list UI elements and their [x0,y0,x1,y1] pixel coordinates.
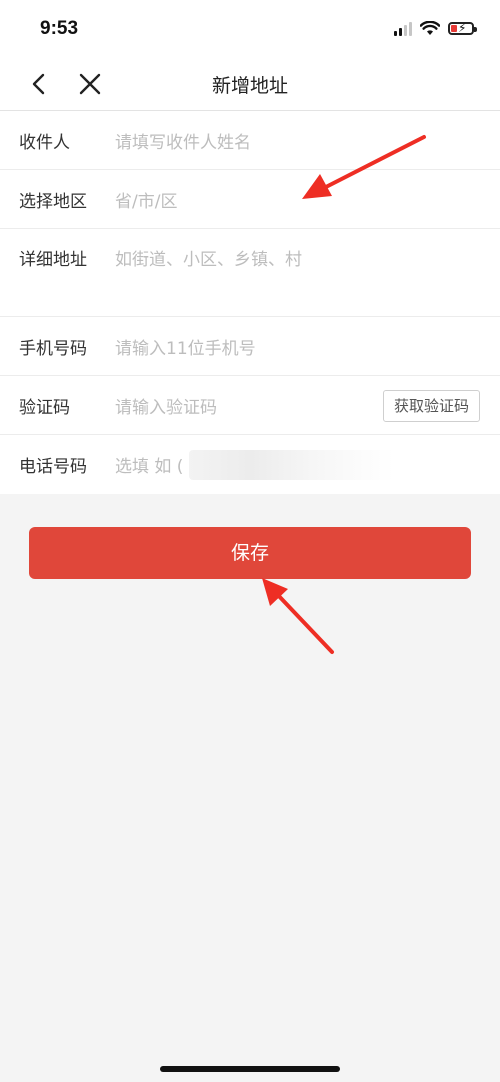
arrow-to-save-icon [262,578,334,654]
home-indicator [160,1066,340,1072]
arrow-to-region-icon [302,135,426,199]
annotation-arrows [262,135,426,654]
